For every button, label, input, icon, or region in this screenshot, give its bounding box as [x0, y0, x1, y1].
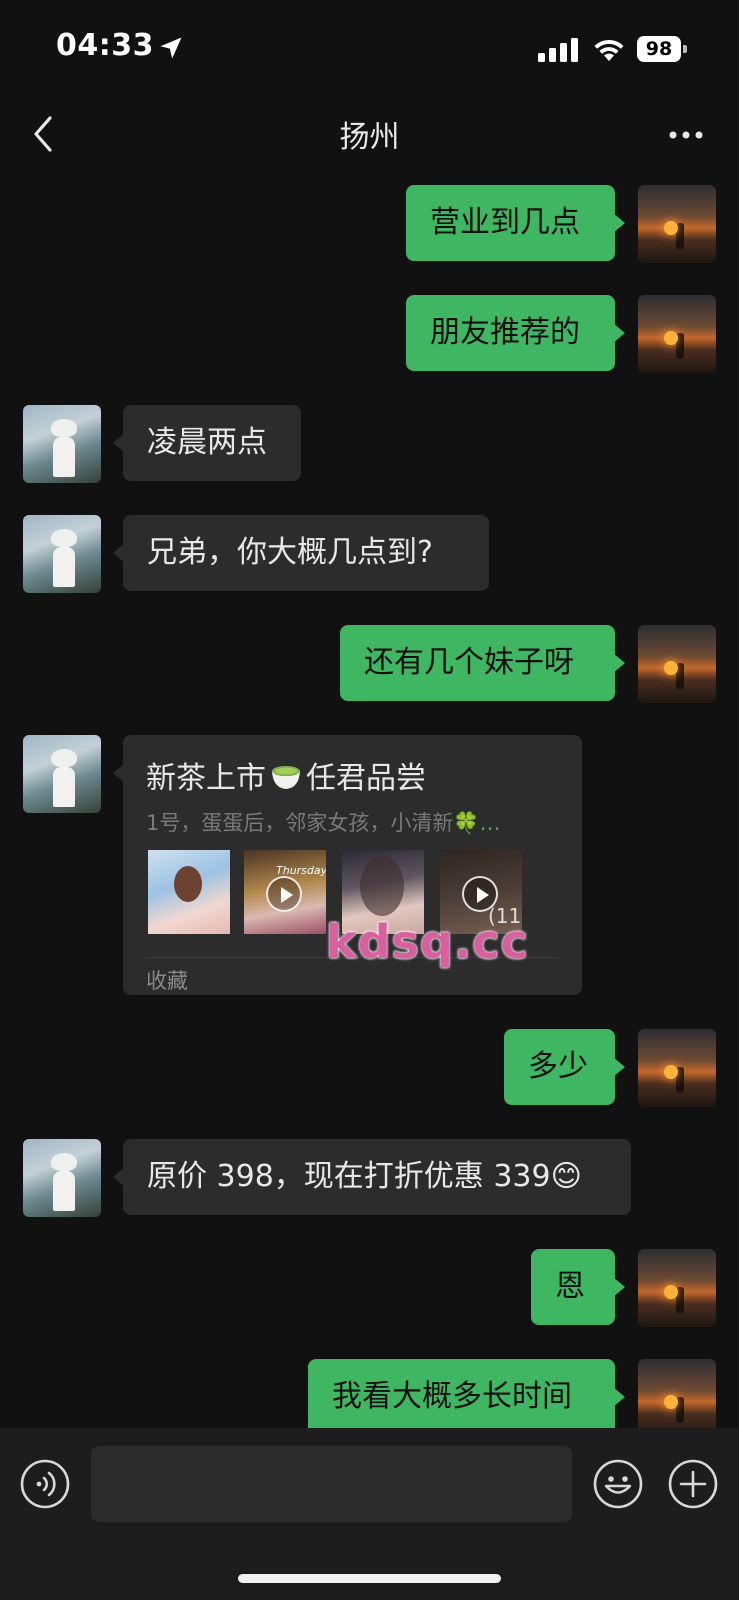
card-title-before: 新茶上市 — [146, 761, 266, 796]
status-bar: 04:33 98 — [0, 0, 739, 100]
play-icon — [266, 876, 302, 912]
contact-avatar[interactable] — [23, 735, 101, 813]
input-bar — [0, 1428, 739, 1600]
chat-header: 扬州 — [0, 100, 739, 172]
contact-avatar[interactable] — [23, 1139, 101, 1217]
location-arrow-icon — [160, 37, 182, 59]
chat-title: 扬州 — [339, 120, 400, 155]
message-bubble-sent[interactable]: 还有几个妹子呀 — [340, 625, 625, 701]
card-title: 新茶上市 任君品尝 — [146, 753, 426, 797]
contact-avatar[interactable] — [23, 515, 101, 593]
home-indicator[interactable] — [238, 1574, 501, 1583]
card-subtitle-text: 1号，蛋蛋后，邻家女孩，小清新 — [146, 811, 454, 835]
battery-indicator: 98 — [637, 36, 687, 62]
clover-icon: 🍀… — [453, 811, 501, 835]
my-avatar[interactable] — [638, 1249, 716, 1327]
message-bubble-sent[interactable]: 朋友推荐的 — [406, 295, 625, 371]
my-avatar[interactable] — [638, 1359, 716, 1437]
my-avatar[interactable] — [638, 185, 716, 263]
message-bubble-received[interactable]: 凌晨两点 — [113, 405, 301, 481]
my-avatar[interactable] — [638, 1029, 716, 1107]
plus-icon[interactable] — [668, 1459, 718, 1509]
message-bubble-sent[interactable]: 营业到几点 — [406, 185, 625, 261]
message-bubble-received[interactable]: 兄弟，你大概几点到? — [113, 515, 489, 591]
my-avatar[interactable] — [638, 625, 716, 703]
battery-tip — [683, 45, 687, 53]
message-bubble-sent[interactable]: 恩 — [531, 1249, 625, 1325]
teacup-icon — [272, 766, 300, 789]
card-subtitle: 1号，蛋蛋后，邻家女孩，小清新🍀… — [146, 807, 551, 837]
message-bubble-sent[interactable]: 我看大概多长时间 — [308, 1359, 625, 1435]
status-time: 04:33 — [56, 28, 154, 63]
more-icon[interactable] — [668, 128, 704, 142]
wifi-icon — [594, 39, 624, 61]
emoji-icon[interactable] — [593, 1459, 643, 1509]
card-title-after: 任君品尝 — [306, 761, 426, 796]
message-bubble-received[interactable]: 原价 398，现在打折优惠 339😊 — [113, 1139, 631, 1215]
watermark: kdsq.cc — [326, 915, 529, 969]
message-bubble-sent[interactable]: 多少 — [504, 1029, 625, 1105]
card-thumbnail-video[interactable]: Thursday — [244, 850, 326, 934]
contact-avatar[interactable] — [23, 405, 101, 483]
signal-icon — [538, 38, 578, 62]
card-thumbnail-photo[interactable] — [148, 850, 230, 934]
my-avatar[interactable] — [638, 295, 716, 373]
battery-level: 98 — [637, 36, 681, 62]
card-source-label: 收藏 — [146, 969, 188, 993]
message-input[interactable] — [91, 1446, 572, 1522]
voice-icon[interactable] — [20, 1459, 70, 1509]
